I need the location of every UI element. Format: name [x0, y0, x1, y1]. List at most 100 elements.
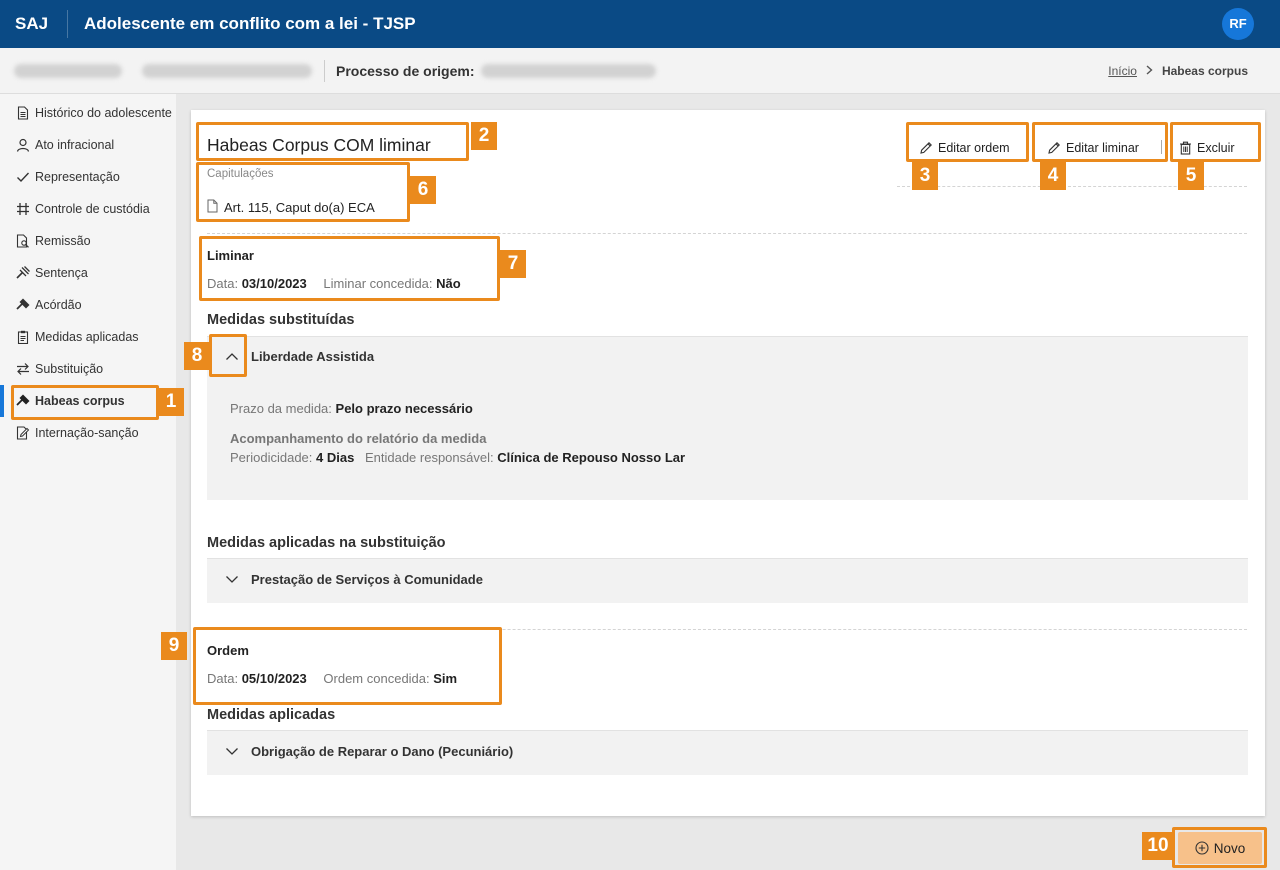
- edit-liminar-button[interactable]: Editar liminar: [1047, 136, 1139, 160]
- sidebar-item-substituicao[interactable]: Substituição: [0, 353, 176, 385]
- sidebar-item-label: Ato infracional: [35, 138, 115, 152]
- chevron-up-icon[interactable]: [225, 352, 241, 361]
- callout-number: 9: [161, 632, 187, 660]
- file-icon: [207, 199, 218, 216]
- gavel-icon: [16, 298, 30, 312]
- pencil-icon: [1047, 141, 1061, 155]
- callout-number: 7: [500, 250, 526, 278]
- habeas-title: Habeas Corpus COM liminar: [207, 135, 431, 155]
- capitulacao-item: Art. 115, Caput do(a) ECA: [207, 199, 375, 216]
- breadcrumb-home-link[interactable]: Início: [1108, 64, 1137, 78]
- toolbar-divider: [1161, 140, 1162, 154]
- new-button-label: Novo: [1213, 840, 1246, 856]
- callout-number: 2: [471, 122, 497, 150]
- sidebar-item-label: Representação: [35, 170, 120, 184]
- callout-number: 8: [184, 342, 210, 370]
- entity-value: Clínica de Repouso Nosso Lar: [497, 450, 686, 465]
- ordem-granted-value: Sim: [433, 671, 458, 686]
- callout-number: 4: [1040, 162, 1066, 190]
- callout-number: 6: [410, 176, 436, 204]
- redacted-text: [142, 63, 312, 78]
- sidebar-item-medidas-aplicadas[interactable]: Medidas aplicadas: [0, 321, 176, 353]
- sidebar-item-label: Acórdão: [35, 298, 82, 312]
- origin-process-label: Processo de origem:: [336, 62, 475, 79]
- person-icon: [16, 138, 30, 152]
- breadcrumb: Início Habeas corpus: [1108, 64, 1248, 78]
- chevron-right-icon: [1146, 64, 1153, 78]
- accordion-prestacao-servicos: Prestação de Serviços à Comunidade: [207, 558, 1248, 603]
- trash-icon: [1179, 141, 1192, 155]
- sidebar-item-internacao-sancao[interactable]: Internação-sanção: [0, 417, 176, 449]
- liminar-details: Data: 03/10/2023 Liminar concedida: Não: [207, 276, 461, 291]
- acompanhamento-title: Acompanhamento do relatório da medida: [230, 431, 487, 446]
- medidas-aplicadas-title: Medidas aplicadas: [207, 707, 336, 723]
- sidebar-item-controle-custodia[interactable]: Controle de custódia: [0, 193, 176, 225]
- liminar-date: 03/10/2023: [241, 276, 307, 291]
- sidebar-item-label: Substituição: [35, 362, 104, 376]
- document-edit-icon: [16, 426, 30, 440]
- accordion-title: Liberdade Assistida: [251, 348, 375, 364]
- sidebar-item-sentenca[interactable]: Sentença: [0, 257, 176, 289]
- accordion-header[interactable]: Obrigação de Reparar o Dano (Pecuniário): [207, 731, 1248, 771]
- sidebar-item-habeas-corpus[interactable]: Habeas corpus: [0, 385, 176, 417]
- accordion-liberdade-assistida: Liberdade Assistida Prazo da medida: Pel…: [207, 336, 1248, 500]
- period-label: Periodicidade:: [230, 450, 313, 465]
- process-bar: Processo de origem: Início Habeas corpus: [0, 48, 1280, 94]
- sidebar-item-label: Internação-sanção: [35, 426, 139, 440]
- edit-liminar-label: Editar liminar: [1066, 141, 1139, 155]
- redacted-text: [14, 63, 122, 78]
- delete-button[interactable]: Excluir: [1179, 136, 1235, 160]
- accordion-title: Prestação de Serviços à Comunidade: [251, 571, 483, 587]
- sidebar-item-ato-infracional[interactable]: Ato infracional: [0, 129, 176, 161]
- swap-icon: [16, 362, 30, 376]
- sidebar-item-label: Controle de custódia: [35, 202, 150, 216]
- divider: [207, 629, 1247, 630]
- sidebar-item-label: Histórico do adolescente: [35, 106, 172, 120]
- liminar-granted-label: Liminar concedida:: [323, 276, 433, 291]
- edit-order-button[interactable]: Editar ordem: [919, 136, 1010, 160]
- callout-number: 1: [158, 388, 184, 416]
- gavel-icon: [16, 394, 30, 408]
- medidas-aplicadas-substituicao-title: Medidas aplicadas na substituição: [207, 535, 446, 551]
- sidebar-item-label: Medidas aplicadas: [35, 330, 139, 344]
- habeas-corpus-panel: Habeas Corpus COM liminar Editar ordem E…: [191, 110, 1265, 816]
- sidebar-item-label: Remissão: [35, 234, 91, 248]
- clipboard-icon: [16, 330, 30, 344]
- new-button[interactable]: Novo: [1178, 832, 1262, 864]
- gavel-icon: [16, 266, 30, 280]
- divider: [207, 233, 1247, 234]
- accordion-header[interactable]: Prestação de Serviços à Comunidade: [207, 559, 1248, 599]
- chevron-down-icon[interactable]: [225, 747, 241, 756]
- liminar-title: Liminar: [207, 248, 254, 263]
- medidas-substituidas-title: Medidas substituídas: [207, 312, 355, 328]
- plus-circle-icon: [1195, 841, 1209, 855]
- ordem-date: 05/10/2023: [241, 671, 307, 686]
- ordem-title: Ordem: [207, 643, 249, 658]
- sidebar-item-representacao[interactable]: Representação: [0, 161, 176, 193]
- delete-label: Excluir: [1197, 141, 1235, 155]
- pencil-icon: [919, 141, 933, 155]
- callout-number: 10: [1142, 832, 1174, 860]
- period-value: 4 Dias: [316, 450, 355, 465]
- chevron-down-icon[interactable]: [225, 575, 241, 584]
- ordem-date-label: Data:: [207, 671, 239, 686]
- divider: [324, 59, 325, 82]
- prazo-label: Prazo da medida:: [230, 401, 332, 416]
- ordem-granted-label: Ordem concedida:: [323, 671, 430, 686]
- hash-icon: [16, 202, 30, 216]
- capitulacoes-label: Capitulações: [207, 168, 274, 180]
- sidebar-item-remissao[interactable]: Remissão: [0, 225, 176, 257]
- edit-order-label: Editar ordem: [938, 141, 1010, 155]
- accordion-header[interactable]: Liberdade Assistida: [207, 337, 1248, 375]
- top-bar: SAJ Adolescente em conflito com a lei - …: [0, 0, 1280, 48]
- brand-logo[interactable]: SAJ: [0, 10, 68, 38]
- prazo-value: Pelo prazo necessário: [335, 401, 473, 416]
- liminar-date-label: Data:: [207, 276, 239, 291]
- app-title: Adolescente em conflito com a lei - TJSP: [84, 14, 416, 33]
- sidebar-item-acordao[interactable]: Acórdão: [0, 289, 176, 321]
- sidebar: Histórico do adolescente Ato infracional…: [0, 94, 176, 870]
- entity-label: Entidade responsável:: [364, 450, 494, 465]
- sidebar-item-historico[interactable]: Histórico do adolescente: [0, 97, 176, 129]
- breadcrumb-current: Habeas corpus: [1161, 64, 1248, 78]
- user-avatar[interactable]: RF: [1222, 8, 1254, 40]
